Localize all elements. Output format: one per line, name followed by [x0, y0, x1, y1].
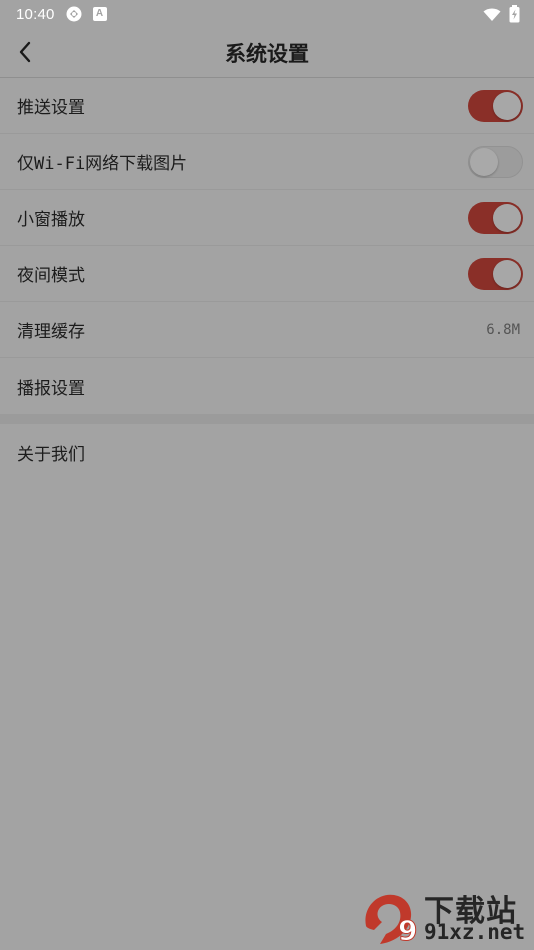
- toggle-knob: [493, 259, 521, 288]
- watermark-logo-icon: 9: [365, 894, 418, 946]
- wifi-only-images-toggle[interactable]: [468, 145, 523, 178]
- wifi-icon: [483, 7, 501, 22]
- about-us-label: 关于我们: [17, 444, 85, 465]
- night-mode-toggle[interactable]: [468, 257, 523, 290]
- chevron-left-icon: [19, 41, 31, 63]
- setting-row-night-mode[interactable]: 夜间模式: [0, 246, 534, 302]
- watermark-url: 91xz.net: [424, 920, 526, 944]
- back-button[interactable]: [10, 37, 40, 67]
- notification-badge-text: A: [95, 8, 104, 19]
- status-time: 10:40: [16, 5, 55, 23]
- setting-label-night-mode: 夜间模式: [17, 266, 85, 286]
- page-title: 系统设置: [225, 41, 309, 66]
- toggle-knob: [493, 203, 521, 232]
- setting-row-wifi-only-images[interactable]: 仅Wi-Fi网络下载图片: [0, 134, 534, 190]
- setting-label-wifi-only-images: 仅Wi-Fi网络下载图片: [17, 154, 188, 174]
- watermark-logo-text: 9: [398, 914, 417, 946]
- sync-icon: [65, 5, 83, 23]
- setting-label-push: 推送设置: [17, 98, 85, 118]
- setting-row-push[interactable]: 推送设置: [0, 78, 534, 134]
- section-divider: [0, 414, 534, 424]
- about-us-row[interactable]: 关于我们: [0, 424, 534, 480]
- setting-label-mini-window: 小窗播放: [17, 210, 85, 230]
- about-section: 关于我们: [0, 424, 534, 480]
- setting-label-broadcast: 播报设置: [17, 378, 85, 399]
- setting-row-clear-cache[interactable]: 清理缓存 6.8M: [0, 302, 534, 358]
- battery-charging-icon: [509, 5, 520, 23]
- toggle-knob: [493, 91, 521, 120]
- setting-label-clear-cache: 清理缓存: [17, 322, 85, 342]
- watermark: 9 下载站 91xz.net: [358, 886, 530, 948]
- mini-window-toggle[interactable]: [468, 201, 523, 234]
- status-right: [483, 5, 520, 23]
- app-header: 系统设置: [0, 28, 534, 78]
- cache-size-value: 6.8M: [486, 321, 520, 338]
- toggle-knob: [470, 147, 498, 176]
- app-notification-icon: A: [92, 7, 107, 21]
- push-toggle[interactable]: [468, 89, 523, 122]
- status-bar: 10:40 A: [0, 0, 534, 28]
- settings-list: 推送设置 仅Wi-Fi网络下载图片 小窗播放 夜间模式 清理缓存 6.8M 播报…: [0, 78, 534, 414]
- setting-row-broadcast[interactable]: 播报设置: [0, 358, 534, 414]
- status-left: 10:40 A: [16, 5, 107, 23]
- setting-row-mini-window[interactable]: 小窗播放: [0, 190, 534, 246]
